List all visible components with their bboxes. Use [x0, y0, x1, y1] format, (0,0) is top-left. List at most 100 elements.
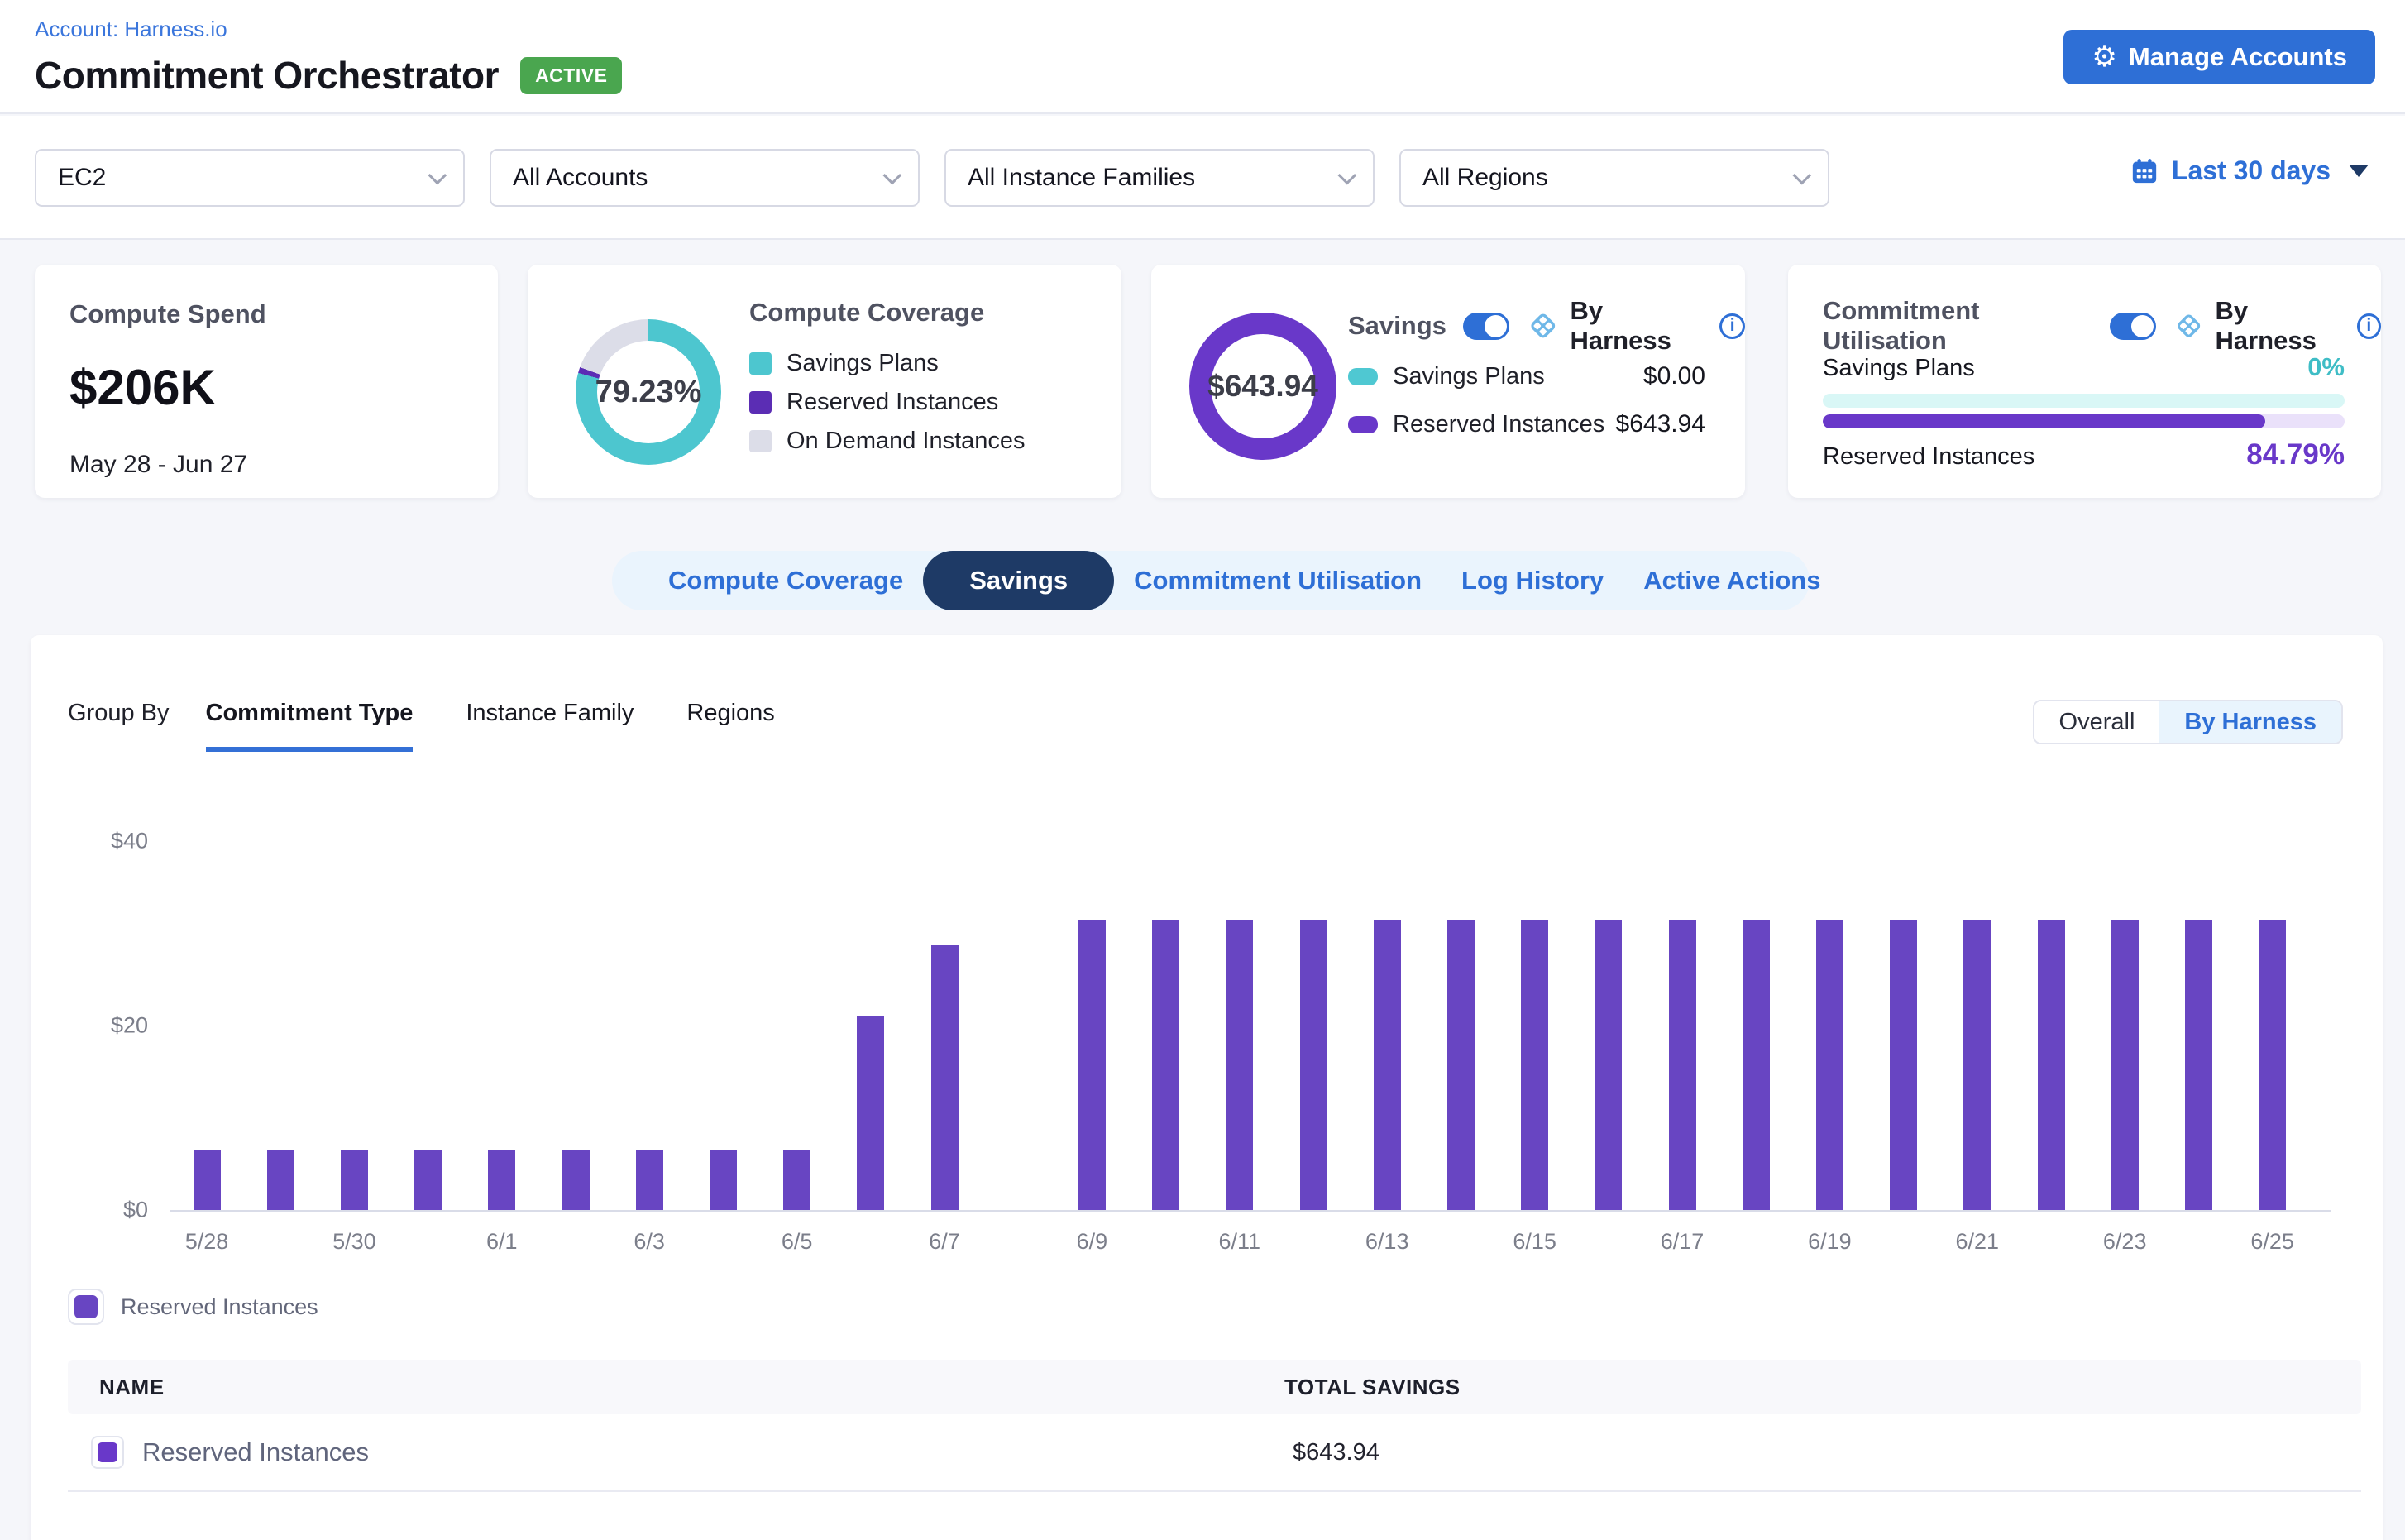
chevron-down-icon	[1793, 166, 1812, 185]
commitment-orchestrator-page: Account: Harness.io Commitment Orchestra…	[0, 0, 2405, 1540]
group-by-regions[interactable]: Regions	[686, 700, 774, 747]
page-title-row: Commitment Orchestrator ACTIVE	[35, 53, 622, 98]
bar-6/25	[2259, 920, 2286, 1210]
bar-6/2	[562, 1150, 590, 1210]
chart-legend-label: Reserved Instances	[121, 1294, 318, 1320]
bar-6/9	[1078, 920, 1106, 1210]
overall-byharness-toggle: Overall By Harness	[2033, 700, 2343, 744]
bar-6/5	[783, 1150, 810, 1210]
bar-6/22	[2038, 920, 2065, 1210]
compute-coverage-donut-value: 79.23%	[595, 375, 702, 410]
caret-down-icon	[2349, 165, 2369, 177]
date-range-label: Last 30 days	[2172, 155, 2331, 186]
compute-spend-card: Compute Spend $206K May 28 - Jun 27	[35, 265, 498, 498]
row-total-savings: $643.94	[1293, 1439, 1379, 1466]
x-axis-label: 6/3	[608, 1229, 691, 1255]
x-axis-label: 5/28	[165, 1229, 248, 1255]
bar-6/23	[2111, 920, 2139, 1210]
x-axis-label: 6/13	[1346, 1229, 1428, 1255]
savings-plans-swatch	[1348, 368, 1378, 385]
info-icon[interactable]: i	[1719, 313, 1745, 339]
x-axis-label: 6/11	[1198, 1229, 1281, 1255]
info-icon[interactable]: i	[2357, 313, 2381, 339]
bar-6/11	[1226, 920, 1253, 1210]
group-by-label: Group By	[68, 700, 170, 727]
date-range-selector[interactable]: Last 30 days	[2130, 155, 2369, 186]
reserved-instances-swatch	[749, 391, 772, 414]
bar-6/3	[636, 1150, 663, 1210]
calendar-icon	[2130, 157, 2159, 185]
x-axis-label: 6/1	[461, 1229, 543, 1255]
segment-by-harness[interactable]: By Harness	[2159, 701, 2341, 743]
harness-logo-icon	[2173, 308, 2205, 343]
x-axis-label: 5/30	[313, 1229, 395, 1255]
regions-dropdown[interactable]: All Regions	[1399, 149, 1829, 207]
filter-bar: EC2 All Accounts All Instance Families A…	[0, 116, 2405, 240]
legend-label: Reserved Instances	[1393, 411, 1604, 438]
by-harness-toggle[interactable]	[2110, 313, 2156, 340]
by-harness-toggle[interactable]	[1463, 313, 1509, 340]
legend-item: On Demand Instances	[749, 425, 1026, 457]
bar-6/7	[931, 945, 959, 1210]
y-axis-label: $40	[79, 829, 170, 854]
reserved-instances-bar	[1823, 414, 2345, 428]
manage-accounts-button[interactable]: ⚙ Manage Accounts	[2063, 30, 2375, 84]
tab-savings[interactable]: Savings	[923, 551, 1114, 610]
legend-value: $643.94	[1616, 410, 1705, 438]
group-by-commitment-type[interactable]: Commitment Type	[206, 700, 414, 752]
legend-label: Savings Plans	[787, 350, 939, 377]
compute-spend-period: May 28 - Jun 27	[69, 451, 463, 479]
legend-item: Savings Plans	[749, 347, 1026, 379]
savings-legend: Savings Plans $0.00 Reserved Instances $…	[1348, 362, 1705, 438]
savings-panel: Group By Commitment Type Instance Family…	[31, 635, 2383, 1540]
commitment-utilisation-card: Commitment Utilisation By Harness i	[1788, 265, 2381, 498]
toggle-knob	[1485, 315, 1507, 337]
bar-5/30	[341, 1150, 368, 1210]
savings-plans-percent: 0%	[2307, 352, 2345, 382]
by-harness-label: By Harness	[2215, 296, 2346, 356]
tab-active-actions[interactable]: Active Actions	[1623, 551, 1840, 610]
service-dropdown[interactable]: EC2	[35, 149, 465, 207]
x-axis-label: 6/9	[1050, 1229, 1133, 1255]
bar-6/15	[1521, 920, 1548, 1210]
gear-icon: ⚙	[2092, 43, 2116, 71]
compute-coverage-legend: Savings Plans Reserved Instances On Dema…	[749, 347, 1026, 457]
bar-6/16	[1595, 920, 1622, 1210]
bar-5/31	[414, 1150, 442, 1210]
bar-6/24	[2185, 920, 2212, 1210]
savings-card-header: Savings By Harness i	[1348, 296, 1745, 356]
x-axis-label: 6/7	[903, 1229, 986, 1255]
by-harness-label-group: By Harness i	[1526, 296, 1745, 356]
tab-commitment-utilisation[interactable]: Commitment Utilisation	[1114, 551, 1442, 610]
savings-donut: $643.94	[1189, 313, 1336, 460]
section-tabs: Compute Coverage Savings Commitment Util…	[612, 551, 1810, 610]
segment-overall[interactable]: Overall	[2034, 701, 2160, 743]
manage-accounts-label: Manage Accounts	[2129, 42, 2347, 72]
account-link[interactable]: Account: Harness.io	[35, 17, 227, 42]
x-axis-label: 6/17	[1641, 1229, 1724, 1255]
bar-6/12	[1300, 920, 1327, 1210]
commitment-utilisation-body: Savings Plans 0% Reserved Instances 84.7…	[1823, 352, 2345, 471]
accounts-dropdown-value: All Accounts	[513, 164, 648, 192]
legend-value: $0.00	[1643, 362, 1705, 390]
savings-card: $643.94 Savings By Harness i	[1151, 265, 1745, 498]
table-row[interactable]: Reserved Instances $643.94	[68, 1414, 2361, 1492]
accounts-dropdown[interactable]: All Accounts	[490, 149, 920, 207]
chart-legend[interactable]: Reserved Instances	[68, 1289, 318, 1325]
by-harness-label: By Harness	[1570, 296, 1709, 356]
compute-spend-title: Compute Spend	[69, 299, 463, 329]
compute-coverage-donut: 79.23%	[576, 319, 721, 465]
chevron-down-icon	[428, 166, 447, 185]
x-axis-label: 6/19	[1788, 1229, 1871, 1255]
tab-log-history[interactable]: Log History	[1442, 551, 1623, 610]
x-axis-label: 6/15	[1494, 1229, 1576, 1255]
reserved-instances-percent: 84.79%	[2246, 438, 2345, 471]
legend-item: Savings Plans $0.00	[1348, 362, 1705, 390]
group-by-instance-family[interactable]: Instance Family	[466, 700, 634, 747]
tab-compute-coverage[interactable]: Compute Coverage	[648, 551, 923, 610]
bar-6/14	[1447, 920, 1475, 1210]
instance-families-dropdown[interactable]: All Instance Families	[944, 149, 1375, 207]
savings-plans-label: Savings Plans	[1823, 355, 1975, 382]
header: Account: Harness.io Commitment Orchestra…	[0, 0, 2405, 114]
compute-spend-value: $206K	[69, 359, 463, 416]
